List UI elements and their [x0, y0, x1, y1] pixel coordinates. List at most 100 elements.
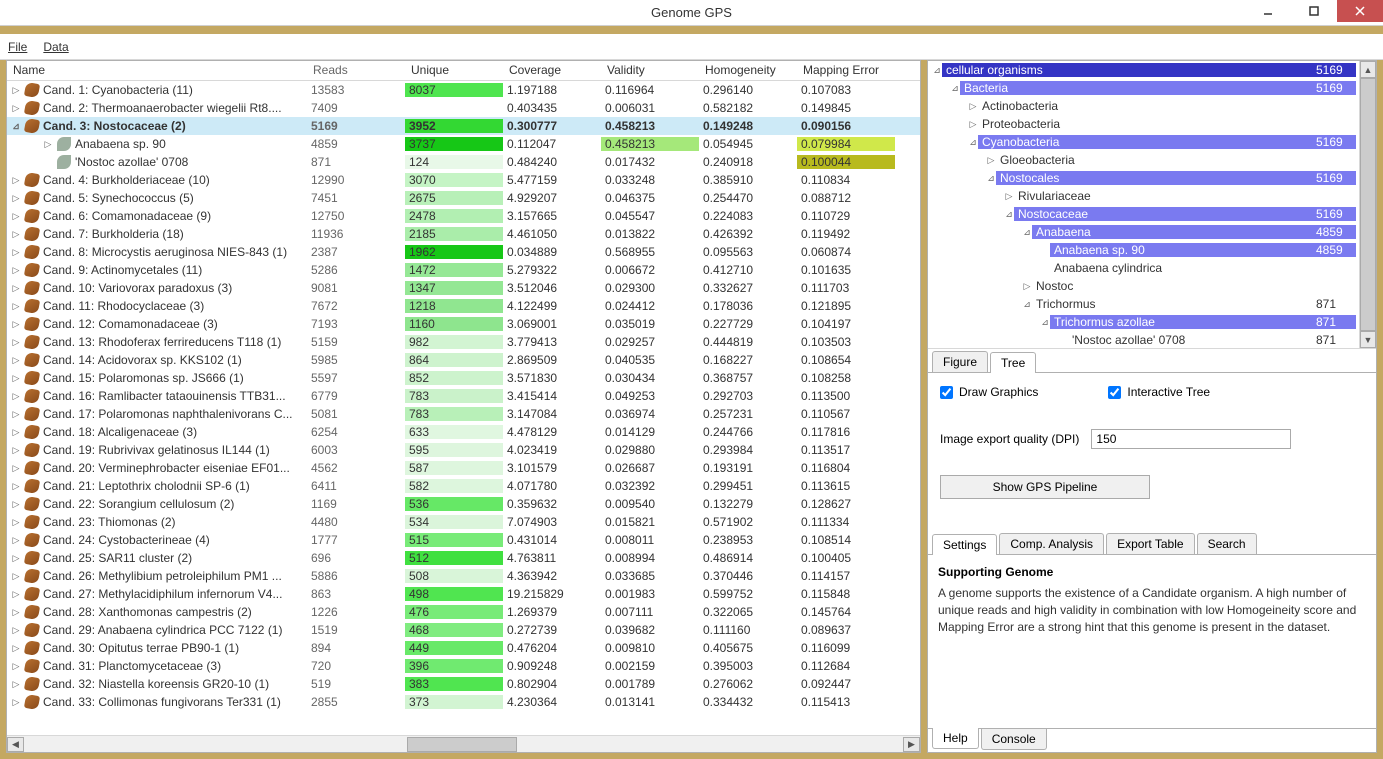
- interactive-tree-checkbox[interactable]: Interactive Tree: [1108, 385, 1210, 399]
- dpi-input[interactable]: [1091, 429, 1291, 449]
- table-row[interactable]: ▷Cand. 25: SAR11 cluster (2)6965124.7638…: [7, 549, 920, 567]
- table-row[interactable]: ▷Cand. 32: Niastella koreensis GR20-10 (…: [7, 675, 920, 693]
- expander-icon[interactable]: ▷: [968, 101, 978, 112]
- table-row[interactable]: ▷Cand. 15: Polaromonas sp. JS666 (1)5597…: [7, 369, 920, 387]
- expander-icon[interactable]: ▷: [11, 445, 21, 456]
- col-homogeneity[interactable]: Homogeneity: [699, 61, 797, 80]
- tree-item[interactable]: ▷Actinobacteria: [928, 97, 1376, 115]
- expander-icon[interactable]: ⊿: [932, 65, 942, 76]
- expander-icon[interactable]: ▷: [11, 643, 21, 654]
- horizontal-scrollbar[interactable]: ◀ ▶: [7, 735, 920, 752]
- tab-export-table[interactable]: Export Table: [1106, 533, 1195, 554]
- menu-data[interactable]: Data: [43, 40, 68, 54]
- tab-tree[interactable]: Tree: [990, 352, 1036, 373]
- table-row[interactable]: ▷Cand. 2: Thermoanaerobacter wiegelii Rt…: [7, 99, 920, 117]
- expander-icon[interactable]: ▷: [1004, 191, 1014, 202]
- expander-icon[interactable]: ▷: [11, 517, 21, 528]
- tab-help[interactable]: Help: [932, 728, 979, 749]
- scroll-left-icon[interactable]: ◀: [7, 737, 24, 752]
- maximize-button[interactable]: [1291, 0, 1337, 22]
- expander-icon[interactable]: ⊿: [1022, 227, 1032, 238]
- expander-icon[interactable]: ⊿: [950, 83, 960, 94]
- table-row[interactable]: ▷Cand. 1: Cyanobacteria (11)1358380371.1…: [7, 81, 920, 99]
- expander-icon[interactable]: ▷: [11, 301, 21, 312]
- expander-icon[interactable]: ▷: [11, 211, 21, 222]
- expander-icon[interactable]: ▷: [43, 139, 53, 150]
- expander-icon[interactable]: ▷: [11, 265, 21, 276]
- close-button[interactable]: [1337, 0, 1383, 22]
- tree-item[interactable]: ⊿Nostocaceae5169: [928, 205, 1376, 223]
- table-row[interactable]: ▷Cand. 29: Anabaena cylindrica PCC 7122 …: [7, 621, 920, 639]
- table-row[interactable]: ▷Cand. 8: Microcystis aeruginosa NIES-84…: [7, 243, 920, 261]
- expander-icon[interactable]: ▷: [11, 589, 21, 600]
- expander-icon[interactable]: ▷: [1022, 281, 1032, 292]
- expander-icon[interactable]: ▷: [11, 571, 21, 582]
- tab-figure[interactable]: Figure: [932, 351, 988, 372]
- show-gps-pipeline-button[interactable]: Show GPS Pipeline: [940, 475, 1150, 499]
- expander-icon[interactable]: ▷: [11, 103, 21, 114]
- tree-item[interactable]: 'Nostoc azollae' 0708871: [928, 331, 1376, 349]
- table-row[interactable]: ▷Cand. 14: Acidovorax sp. KKS102 (1)5985…: [7, 351, 920, 369]
- expander-icon[interactable]: ▷: [986, 155, 996, 166]
- table-row[interactable]: ▷Cand. 30: Opitutus terrae PB90-1 (1)894…: [7, 639, 920, 657]
- table-row[interactable]: ▷Cand. 26: Methylibium petroleiphilum PM…: [7, 567, 920, 585]
- table-row[interactable]: ▷Cand. 27: Methylacidiphilum infernorum …: [7, 585, 920, 603]
- expander-icon[interactable]: ▷: [11, 661, 21, 672]
- scroll-up-icon[interactable]: ▲: [1360, 61, 1376, 78]
- table-row[interactable]: ▷Cand. 5: Synechococcus (5)745126754.929…: [7, 189, 920, 207]
- expander-icon[interactable]: ▷: [11, 319, 21, 330]
- menu-file[interactable]: File: [8, 40, 27, 54]
- tree-item[interactable]: ⊿Cyanobacteria5169: [928, 133, 1376, 151]
- tab-settings[interactable]: Settings: [932, 534, 997, 555]
- tab-console[interactable]: Console: [981, 729, 1047, 750]
- expander-icon[interactable]: ▷: [11, 85, 21, 96]
- expander-icon[interactable]: ⊿: [1040, 317, 1050, 328]
- expander-icon[interactable]: ▷: [11, 247, 21, 258]
- tree-item[interactable]: ▷Rivulariaceae: [928, 187, 1376, 205]
- table-row[interactable]: ▷Cand. 11: Rhodocyclaceae (3)767212184.1…: [7, 297, 920, 315]
- col-unique[interactable]: Unique: [405, 61, 503, 80]
- table-row[interactable]: ▷Cand. 33: Collimonas fungivorans Ter331…: [7, 693, 920, 711]
- expander-icon[interactable]: ▷: [11, 427, 21, 438]
- expander-icon[interactable]: ⊿: [968, 137, 978, 148]
- table-row[interactable]: ▷Cand. 16: Ramlibacter tataouinensis TTB…: [7, 387, 920, 405]
- table-row[interactable]: ▷Cand. 22: Sorangium cellulosum (2)11695…: [7, 495, 920, 513]
- tab-search[interactable]: Search: [1197, 533, 1257, 554]
- expander-icon[interactable]: ▷: [11, 337, 21, 348]
- draw-graphics-checkbox[interactable]: Draw Graphics: [940, 385, 1038, 399]
- expander-icon[interactable]: ▷: [11, 373, 21, 384]
- expander-icon[interactable]: ▷: [11, 283, 21, 294]
- expander-icon[interactable]: ▷: [11, 625, 21, 636]
- tree-item[interactable]: Anabaena cylindrica: [928, 259, 1376, 277]
- tree-item[interactable]: ▷Gloeobacteria: [928, 151, 1376, 169]
- table-row[interactable]: ▷Cand. 23: Thiomonas (2)44805347.0749030…: [7, 513, 920, 531]
- col-coverage[interactable]: Coverage: [503, 61, 601, 80]
- table-row[interactable]: ▷Cand. 7: Burkholderia (18)1193621854.46…: [7, 225, 920, 243]
- table-row[interactable]: ▷Cand. 12: Comamonadaceae (3)719311603.0…: [7, 315, 920, 333]
- scrollbar-thumb[interactable]: [1360, 78, 1376, 331]
- table-row[interactable]: ▷Cand. 31: Planctomycetaceae (3)7203960.…: [7, 657, 920, 675]
- expander-icon[interactable]: ▷: [11, 481, 21, 492]
- table-row[interactable]: ▷Cand. 4: Burkholderiaceae (10)129903070…: [7, 171, 920, 189]
- table-row[interactable]: ▷Cand. 9: Actinomycetales (11)528614725.…: [7, 261, 920, 279]
- expander-icon[interactable]: ▷: [11, 193, 21, 204]
- tree-item[interactable]: Anabaena sp. 904859: [928, 241, 1376, 259]
- col-name[interactable]: Name: [7, 61, 307, 80]
- table-row[interactable]: ▷Cand. 13: Rhodoferax ferrireducens T118…: [7, 333, 920, 351]
- expander-icon[interactable]: ▷: [11, 355, 21, 366]
- expander-icon[interactable]: ▷: [11, 499, 21, 510]
- expander-icon[interactable]: ⊿: [986, 173, 996, 184]
- tree-item[interactable]: ⊿Bacteria5169: [928, 79, 1376, 97]
- tree-item[interactable]: ⊿Trichormus871: [928, 295, 1376, 313]
- tree-item[interactable]: ⊿Anabaena4859: [928, 223, 1376, 241]
- table-row[interactable]: ▷Cand. 10: Variovorax paradoxus (3)90811…: [7, 279, 920, 297]
- vertical-scrollbar[interactable]: ▲ ▼: [1359, 61, 1376, 348]
- expander-icon[interactable]: ▷: [11, 463, 21, 474]
- table-row[interactable]: ▷Cand. 24: Cystobacterineae (4)17775150.…: [7, 531, 920, 549]
- expander-icon[interactable]: ▷: [11, 535, 21, 546]
- table-row[interactable]: ▷Cand. 6: Comamonadaceae (9)1275024783.1…: [7, 207, 920, 225]
- table-row[interactable]: ▷Cand. 28: Xanthomonas campestris (2)122…: [7, 603, 920, 621]
- tree-item[interactable]: ⊿Trichormus azollae871: [928, 313, 1376, 331]
- table-row[interactable]: ▷Cand. 17: Polaromonas naphthalenivorans…: [7, 405, 920, 423]
- table-row[interactable]: ⊿Cand. 3: Nostocaceae (2)516939520.30077…: [7, 117, 920, 135]
